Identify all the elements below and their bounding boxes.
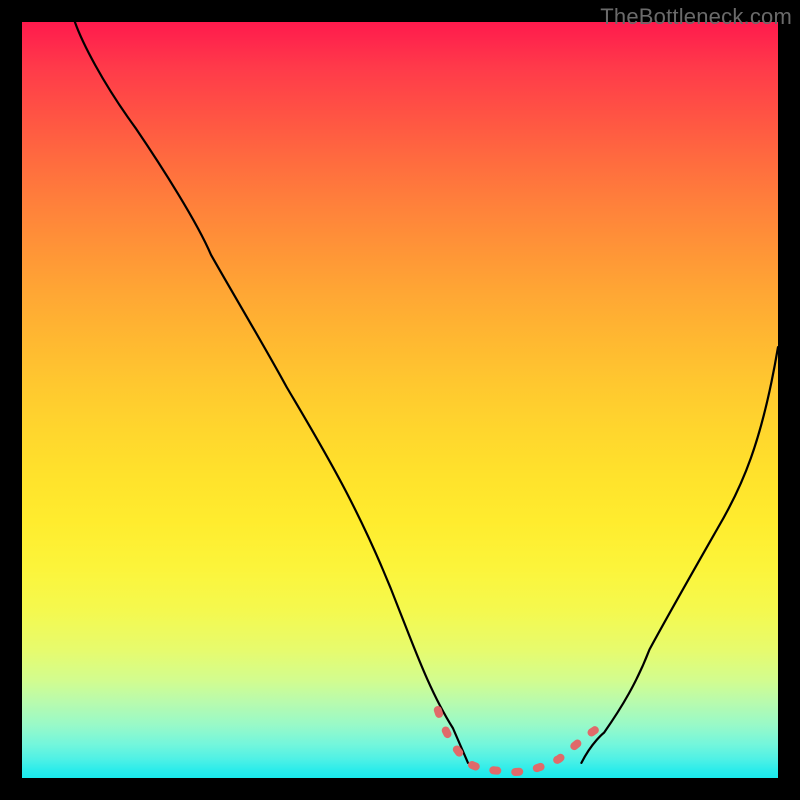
right-curve (581, 347, 778, 763)
trough-dashed (438, 710, 604, 772)
left-curve (75, 22, 468, 763)
watermark-text: TheBottleneck.com (600, 4, 792, 30)
chart-svg (22, 22, 778, 778)
chart-plot-area (22, 22, 778, 778)
chart-frame: TheBottleneck.com (0, 0, 800, 800)
